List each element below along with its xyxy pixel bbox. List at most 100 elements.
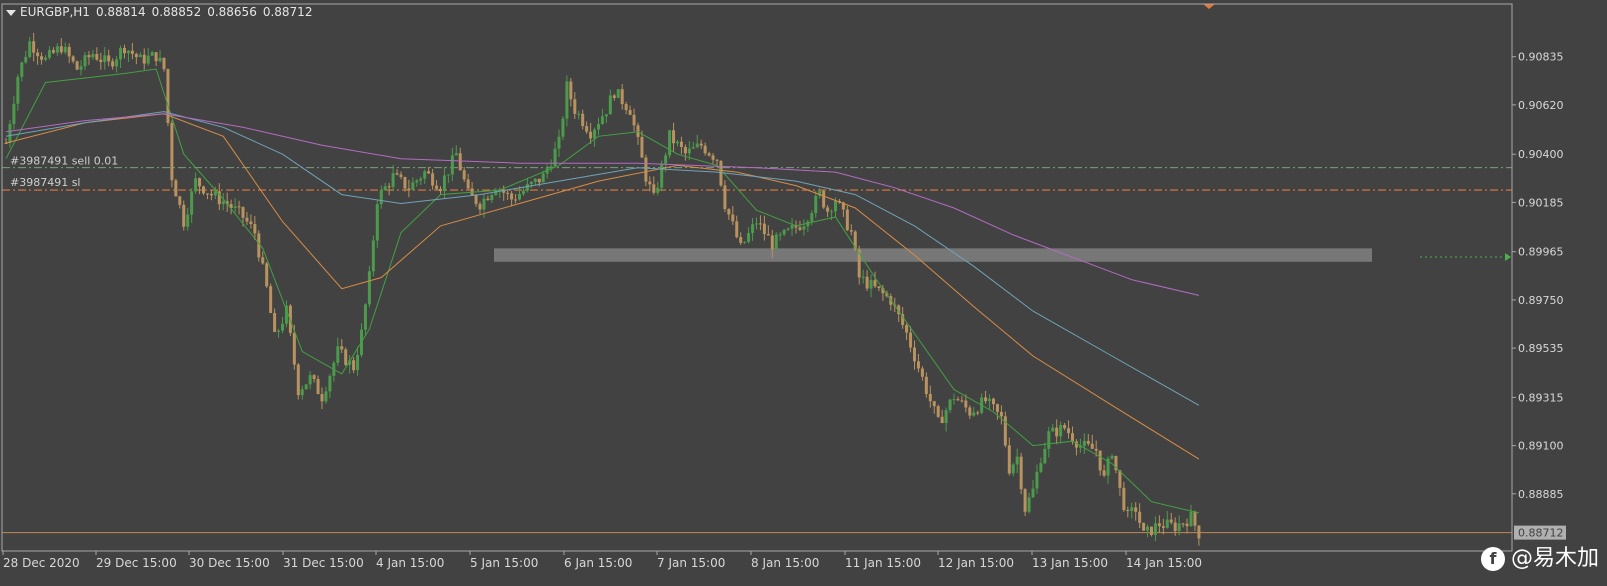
chevron-down-icon[interactable] [6,9,16,16]
candle[interactable] [146,47,150,66]
candle[interactable] [352,357,356,374]
candle[interactable] [581,109,585,130]
candle[interactable] [533,178,537,186]
candle[interactable] [107,49,111,67]
candle[interactable] [1074,439,1078,456]
candle[interactable] [679,136,683,155]
candle[interactable] [1197,525,1201,546]
candle[interactable] [743,241,747,244]
candle[interactable] [616,89,620,99]
candle[interactable] [822,189,826,210]
candle[interactable] [182,200,186,231]
candle[interactable] [735,215,739,239]
candle[interactable] [399,171,403,180]
candle[interactable] [1173,517,1177,536]
candle[interactable] [774,232,778,250]
candle[interactable] [158,50,162,63]
candle[interactable] [134,52,138,65]
candle[interactable] [593,127,597,147]
candle[interactable] [608,89,612,115]
candle[interactable] [905,323,909,341]
candle[interactable] [123,44,126,59]
moving-average-mid[interactable] [5,113,1200,460]
candle[interactable] [209,190,213,201]
candle[interactable] [273,308,277,333]
candle[interactable] [407,179,411,198]
candle[interactable] [130,42,134,60]
candle[interactable] [478,201,482,214]
candle[interactable] [44,55,47,62]
candle[interactable] [202,185,205,196]
candle[interactable] [1134,502,1138,521]
candle[interactable] [865,270,869,291]
candle[interactable] [612,93,616,101]
candle[interactable] [676,139,679,147]
candle[interactable] [751,217,755,241]
candle[interactable] [490,193,494,204]
candle[interactable] [758,215,762,231]
candle[interactable] [1126,506,1130,518]
candle[interactable] [1193,510,1197,532]
candle[interactable] [340,339,344,354]
candle[interactable] [63,42,67,55]
candle[interactable] [1055,419,1059,445]
candle[interactable] [470,182,474,196]
candle[interactable] [371,235,375,277]
candle[interactable] [826,205,830,217]
candle[interactable] [960,395,964,403]
candle[interactable] [719,160,723,187]
candle[interactable] [458,147,462,171]
candle[interactable] [281,317,284,334]
candle[interactable] [984,390,988,404]
candle[interactable] [375,200,379,248]
candle[interactable] [1102,464,1106,478]
candle[interactable] [419,176,423,186]
candle[interactable] [79,60,83,76]
candle[interactable] [32,32,36,62]
candle[interactable] [391,164,395,192]
candle[interactable] [154,52,158,67]
candle[interactable] [1011,462,1015,477]
candle[interactable] [87,51,91,65]
candle[interactable] [28,36,32,59]
candle[interactable] [194,172,198,194]
candle[interactable] [51,47,55,55]
candle[interactable] [1098,450,1102,476]
candle[interactable] [940,409,944,424]
candle[interactable] [1047,426,1051,458]
candle[interactable] [249,214,253,229]
candle[interactable] [699,139,703,150]
candle[interactable] [877,286,881,292]
candle[interactable] [1110,453,1114,460]
candle[interactable] [466,174,470,190]
candle[interactable] [142,48,146,70]
candle[interactable] [976,410,980,416]
candle[interactable] [257,230,261,262]
candle[interactable] [415,179,419,187]
candle[interactable] [316,375,320,395]
candle[interactable] [178,195,182,209]
candle[interactable] [1142,522,1146,531]
candle[interactable] [1015,448,1019,474]
candle[interactable] [577,110,581,120]
candle[interactable] [521,186,525,196]
candle[interactable] [237,200,241,215]
candle[interactable] [620,84,624,110]
candle[interactable] [166,68,170,127]
candle[interactable] [1153,516,1157,542]
candle[interactable] [1185,518,1189,534]
candle[interactable] [565,75,569,127]
candle[interactable] [968,405,972,419]
candle[interactable] [672,122,676,153]
candle[interactable] [1027,492,1031,514]
candle[interactable] [111,58,115,70]
candle[interactable] [1007,437,1011,476]
candle[interactable] [628,105,632,116]
candle[interactable] [691,141,695,149]
candle[interactable] [818,187,822,199]
candle[interactable] [403,176,407,192]
candle[interactable] [363,303,367,336]
candle[interactable] [920,366,924,381]
candle[interactable] [814,190,818,218]
candle[interactable] [995,403,999,420]
